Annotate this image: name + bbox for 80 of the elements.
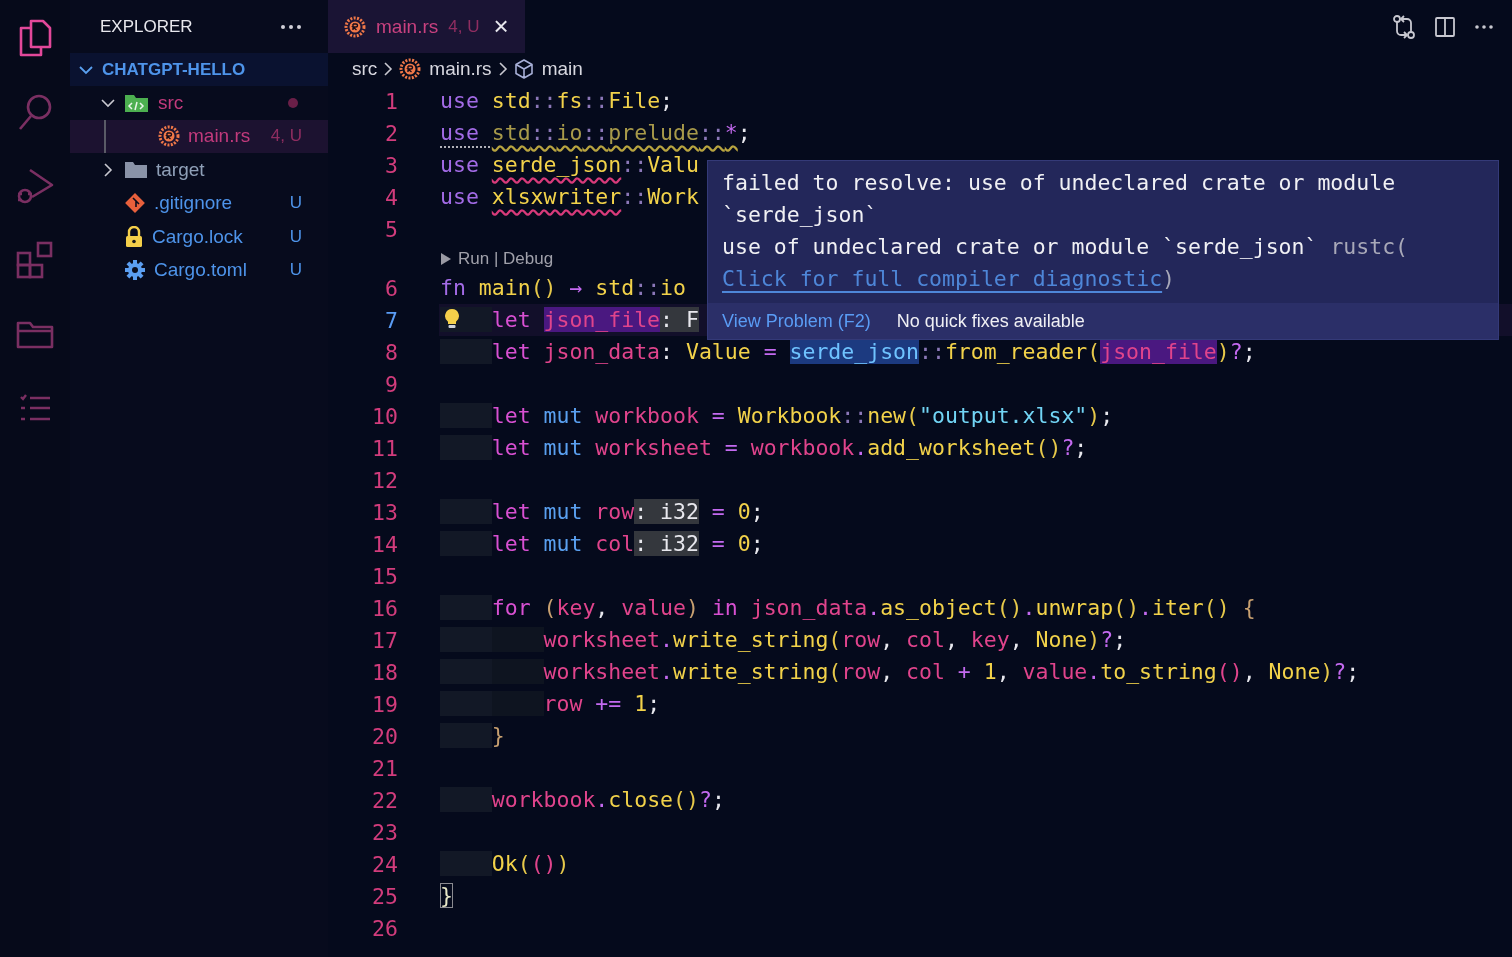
chevron-right-icon: [497, 61, 508, 77]
line-number: 2: [384, 120, 398, 146]
line-number: 3: [384, 152, 398, 178]
editor-tab[interactable]: main.rs 4, U ×: [328, 0, 525, 53]
line-number: 25: [371, 883, 398, 909]
line-number: 17: [371, 627, 398, 653]
breadcrumb-item[interactable]: src: [352, 58, 378, 80]
files-icon[interactable]: [17, 18, 53, 58]
line-number: 1: [384, 88, 398, 114]
project-header[interactable]: CHATGPT-HELLO: [70, 53, 328, 86]
tree-item[interactable]: Cargo.toml U: [70, 253, 328, 287]
line-number: 21: [371, 755, 398, 781]
code-line: use xlsxwriter::Work: [440, 183, 699, 211]
code-line: fn main() → std::io: [440, 274, 686, 302]
line-number: 8: [384, 339, 398, 365]
code-line: use std::fs::File;: [440, 87, 674, 115]
close-button[interactable]: ×: [493, 11, 509, 42]
lock-icon: [124, 225, 144, 248]
code-line: }: [440, 882, 453, 910]
code-line: use serde_json::Valu: [440, 151, 699, 179]
line-number: 9: [384, 371, 398, 397]
line-number: 24: [371, 851, 398, 877]
line-number: 22: [371, 787, 398, 813]
tree-item[interactable]: src: [70, 86, 328, 120]
breadcrumb-item[interactable]: main: [513, 58, 583, 80]
code-folder-icon: [124, 92, 150, 113]
lightbulb-icon[interactable]: [444, 308, 460, 330]
line-number: 16: [371, 595, 398, 621]
compare-changes-icon[interactable]: [1392, 13, 1416, 40]
breadcrumb-item[interactable]: main.rs: [399, 58, 492, 80]
rust-file-icon: [399, 58, 422, 80]
dot-icon: [288, 97, 298, 108]
line-number: 26: [371, 915, 398, 941]
code-line: let mut row: i32 = 0;: [440, 496, 764, 528]
line-number: 7: [384, 307, 398, 333]
tree-item[interactable]: target: [70, 153, 328, 187]
diagnostic-link[interactable]: Click for full compiler diagnostic: [722, 266, 1163, 291]
codelens-link[interactable]: Run | Debug: [458, 248, 554, 269]
quick-fix-note: No quick fixes available: [896, 310, 1085, 332]
rust-file-icon: [344, 15, 366, 38]
line-number: 23: [371, 819, 398, 845]
line-number: 10: [371, 403, 398, 429]
line-number: 5: [384, 216, 398, 242]
code-line: Ok(()): [440, 848, 570, 880]
gear-icon: [124, 259, 146, 282]
code-line: workbook.close()?;: [440, 784, 725, 816]
line-number: 20: [371, 723, 398, 749]
folder-icon: [124, 160, 148, 179]
code-line: let mut worksheet = workbook.add_worksheet()?;: [440, 432, 1088, 464]
code-line: let json_file: F: [440, 304, 699, 336]
line-number: 18: [371, 659, 398, 685]
code-line: let mut workbook = Workbook::new("output.xlsx");: [440, 400, 1114, 432]
code-line: worksheet.write_string(row, col + 1, value.to_string(), None)?;: [440, 656, 1360, 688]
line-number: 6: [384, 275, 398, 301]
error-detail: use of undeclared crate or module `serde_json` rustc( Click for full compiler diagnostic): [722, 233, 1410, 293]
line-number: 11: [371, 435, 398, 461]
code-line: for (key, value) in json_data.as_object().unwrap().iter() {: [440, 592, 1256, 624]
tree-item[interactable]: Cargo.lock U: [70, 220, 328, 254]
code-line: row += 1;: [440, 688, 661, 720]
code-line: use std::io::prelude::*;: [440, 119, 751, 147]
more-icon[interactable]: [280, 23, 302, 30]
line-number: 14: [371, 531, 398, 557]
code-line: let json_data: Value = serde_json::from_reader(json_file)?;: [440, 336, 1256, 368]
tree-item[interactable]: .gitignore U: [70, 186, 328, 220]
tree-item[interactable]: main.rs 4, U: [70, 119, 328, 153]
run-triangle-icon[interactable]: [440, 251, 452, 266]
line-number: 4: [384, 184, 398, 210]
line-number: 13: [371, 499, 398, 525]
more-icon[interactable]: [1474, 23, 1494, 30]
line-number: 12: [371, 467, 398, 493]
rust-file-icon: [158, 125, 180, 148]
line-number: 15: [371, 563, 398, 589]
view-problem-link[interactable]: View Problem (F2): [722, 310, 871, 332]
chevron-right-icon: [383, 61, 394, 77]
code-line: let mut col: i32 = 0;: [440, 528, 764, 560]
cube-icon: [513, 58, 534, 80]
explorer-title: EXPLORER: [100, 16, 193, 37]
code-line: worksheet.write_string(row, col, key, None)?;: [440, 624, 1127, 656]
split-editor-icon[interactable]: [1434, 15, 1456, 38]
line-number: 19: [371, 691, 398, 717]
